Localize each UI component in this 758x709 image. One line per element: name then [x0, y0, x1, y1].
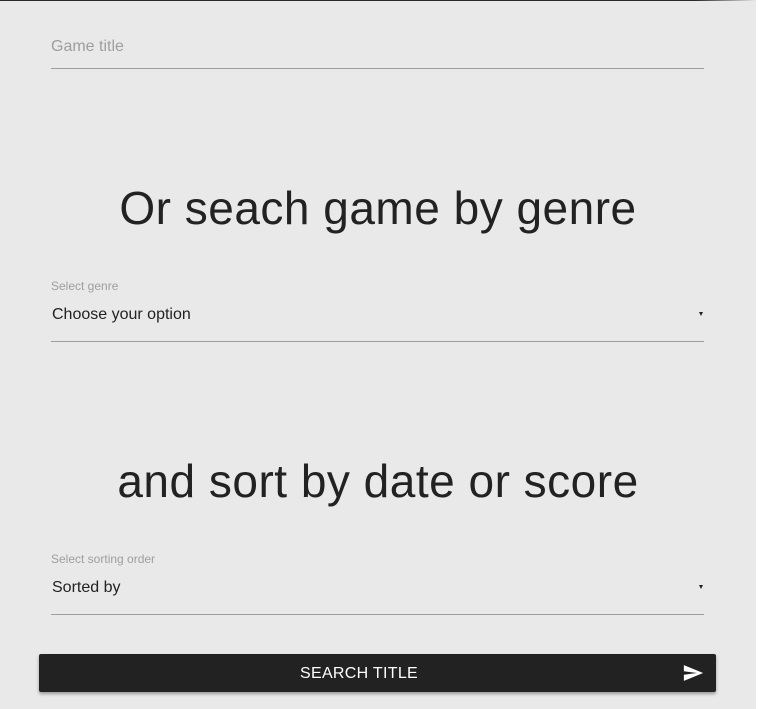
sort-select-label: Select sorting order [51, 552, 156, 566]
sort-heading: and sort by date or score [117, 455, 639, 507]
genre-select-value: Choose your option [52, 306, 191, 323]
caret-down-icon [699, 312, 703, 316]
genre-select-label: Select genre [51, 279, 119, 293]
send-icon [683, 665, 704, 681]
genre-heading: Or seach game by genre [119, 182, 637, 234]
sort-order-select[interactable]: Sorted by [51, 579, 704, 615]
search-title-button[interactable]: SEARCH TITLE [39, 654, 716, 692]
genre-select[interactable]: Choose your option [51, 306, 704, 342]
search-panel: Or seach game by genre Select genre Choo… [0, 0, 756, 709]
top-border-fade [696, 0, 756, 2]
sort-select-value: Sorted by [52, 579, 121, 596]
search-button-label: SEARCH TITLE [300, 665, 418, 682]
game-title-input[interactable] [51, 31, 704, 69]
caret-down-icon [699, 585, 703, 589]
